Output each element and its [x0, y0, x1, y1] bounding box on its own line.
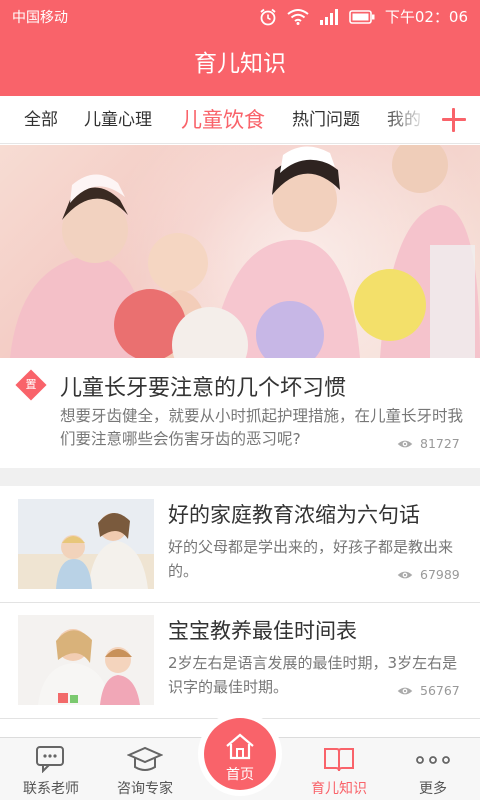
tab-child-psychology[interactable]: 儿童心理	[84, 96, 152, 143]
view-count: 81727	[420, 436, 460, 451]
tab-hot-questions[interactable]: 热门问题	[292, 96, 360, 143]
view-count: 67989	[420, 567, 460, 582]
article-thumbnail	[18, 615, 154, 705]
wifi-icon	[287, 8, 309, 25]
home-icon	[226, 733, 254, 760]
carrier-name: 中国移动	[12, 10, 68, 26]
chat-icon	[36, 746, 64, 773]
view-count: 56767	[420, 683, 460, 698]
eye-icon	[397, 687, 413, 694]
nav-parenting-knowledge[interactable]: 育儿知识	[291, 738, 387, 800]
list-item[interactable]: 宝宝教养最佳时间表 2岁左右是语言发展的最佳时期，3岁左右是识字的最佳时期。 5…	[0, 603, 480, 719]
article-title[interactable]: 宝宝教养最佳时间表	[168, 615, 357, 645]
add-tab-icon[interactable]	[438, 104, 470, 136]
category-tabs: 全部 儿童心理 儿童饮食 热门问题 我的	[0, 96, 480, 144]
status-bar: 中国移动 下午02：06	[0, 0, 480, 32]
book-icon	[324, 748, 354, 772]
nav-consult-expert[interactable]: 咨询专家	[97, 738, 193, 800]
featured-article[interactable]: 置 儿童长牙要注意的几个坏习惯 想要牙齿健全，就要从小时抓起护理措施，在儿童长牙…	[0, 358, 480, 468]
status-icons: 下午02：06	[259, 6, 468, 27]
eye-icon	[397, 571, 413, 578]
page-title-bar: 育儿知识	[0, 32, 480, 96]
featured-title[interactable]: 儿童长牙要注意的几个坏习惯	[60, 370, 346, 402]
page-title: 育儿知识	[194, 51, 286, 77]
battery-icon	[349, 9, 375, 24]
more-icon	[416, 756, 450, 764]
section-divider	[0, 468, 480, 486]
featured-image[interactable]	[0, 145, 480, 358]
home-label: 首页	[226, 767, 254, 783]
home-button[interactable]: 首页	[198, 712, 282, 796]
pinned-badge: 置	[15, 369, 47, 401]
hero-illustration	[10, 145, 480, 358]
tab-all[interactable]: 全部	[24, 96, 58, 143]
article-title[interactable]: 好的家庭教育浓缩为六句话	[168, 499, 420, 529]
article-views: 56767	[396, 683, 460, 698]
nav-contact-teacher[interactable]: 联系老师	[3, 738, 99, 800]
article-views: 67989	[396, 567, 460, 582]
list-item[interactable]: 好的家庭教育浓缩为六句话 好的父母都是学出来的，好孩子都是教出来的。 67989	[0, 487, 480, 603]
featured-views: 81727	[396, 436, 460, 451]
eye-icon	[397, 440, 413, 447]
alarm-icon	[260, 8, 276, 25]
tab-child-diet[interactable]: 儿童饮食	[181, 96, 265, 143]
tabs-fade	[382, 96, 440, 143]
article-thumbnail	[18, 499, 154, 589]
nav-more[interactable]: 更多	[385, 738, 480, 800]
signal-icon	[319, 8, 338, 25]
status-time: 下午02：06	[384, 8, 468, 26]
graduation-cap-icon	[127, 746, 163, 771]
